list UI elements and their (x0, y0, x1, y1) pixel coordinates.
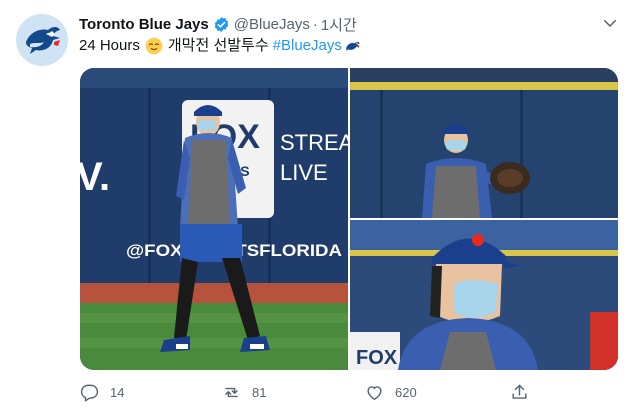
photo-2[interactable] (350, 68, 618, 218)
action-bar: 14 81 620 (80, 380, 600, 404)
avatar[interactable] (16, 14, 68, 66)
verified-badge-icon (214, 16, 228, 32)
reply-count: 14 (110, 384, 125, 400)
blue-jays-logo-icon (16, 14, 68, 66)
blue-jays-bird-hashflag (346, 41, 360, 51)
tweet-text: 24 Hours 개막전 선발투수 #BlueJays (79, 36, 361, 56)
like-button[interactable]: 620 (365, 380, 417, 404)
signage-fox-3: FOX (356, 347, 398, 369)
retweet-count: 81 (252, 384, 267, 400)
handle[interactable]: @BlueJays (234, 16, 310, 33)
separator-dot: · (312, 15, 318, 33)
signage-stream: STREA (280, 130, 348, 155)
like-count: 620 (395, 384, 417, 400)
photo-1[interactable]: V. FOX SPORTS STREA LIVE @FOXSPORTSFLORI… (80, 68, 348, 370)
chevron-down-icon[interactable] (601, 14, 619, 32)
tweet-text-korean: 개막전 선발투수 (167, 37, 269, 54)
tweet[interactable]: Toronto Blue Jays @BlueJays · 1시간 24 Hou… (0, 0, 640, 412)
display-name[interactable]: Toronto Blue Jays (79, 16, 209, 33)
photo-3[interactable]: FOX (350, 220, 618, 370)
share-icon (512, 384, 527, 399)
hashtag-link[interactable]: #BlueJays (273, 36, 342, 56)
heart-icon (367, 385, 382, 400)
reply-button[interactable]: 14 (80, 380, 124, 404)
retweet-icon (225, 387, 238, 397)
tweet-text-prefix: 24 Hours (79, 37, 140, 54)
relieved-face-emoji (145, 37, 163, 55)
timestamp[interactable]: 1시간 (321, 14, 357, 35)
share-button[interactable] (510, 380, 540, 404)
svg-text:V.: V. (80, 155, 110, 199)
retweet-button[interactable]: 81 (222, 380, 266, 404)
reply-icon (80, 384, 99, 402)
signage-live: LIVE (280, 160, 328, 185)
media-grid[interactable]: V. FOX SPORTS STREA LIVE @FOXSPORTSFLORI… (80, 68, 618, 370)
